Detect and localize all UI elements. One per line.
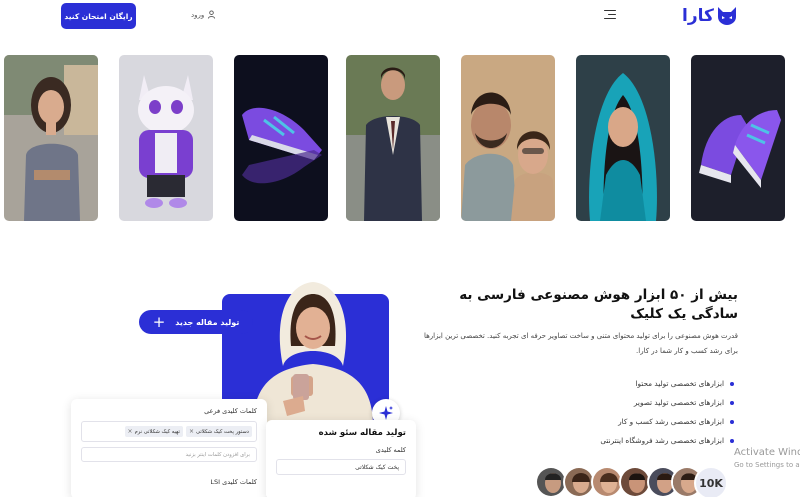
logo-text: کارا [682,6,715,26]
bullet-icon [730,400,734,405]
new-article-label: تولید مقاله جدید [175,317,240,327]
sub-keywords-label: کلمات کلیدی فرعی [204,407,257,415]
feature-list: ابزارهای تخصصی تولید محتوا ابزارهای تخصص… [534,374,734,450]
feature-item: ابزارهای تخصصی تولید محتوا [534,374,734,393]
woman-hijab-photo [576,55,670,221]
hero-description: قدرت هوش مصنوعی را برای تولید محتوای متن… [423,332,738,355]
feature-item: ابزارهای تخصصی رشد فروشگاه اینترنتی [534,431,734,450]
bullet-icon [730,381,734,386]
bullet-icon [730,419,734,424]
user-count-badge: 10K [694,466,728,497]
keyword-input[interactable]: برای افزودن کلمات اینتر بزنید [81,447,257,462]
seo-article-card: تولید مقاله سئو شده کلمه کلیدی پخت کیک ش… [266,420,416,497]
keyword-chips: دستور پخت کیک شکلاتی × تهیه کیک شکلاتی نر… [81,421,257,442]
woman-sweater-photo [4,55,98,221]
keyword-field[interactable]: پخت کیک شکلاتی [276,459,406,475]
sub-keywords-card: کلمات کلیدی فرعی دستور پخت کیک شکلاتی × ت… [71,399,267,497]
couple-photo [461,55,555,221]
hero-title: بیش از ۵۰ ابزار هوش مصنوعی فارسی به سادگ… [459,287,738,322]
login-link[interactable]: ورود [191,10,216,19]
plus-icon: + [152,312,166,331]
remove-chip-icon[interactable]: × [189,428,194,435]
menu-icon[interactable] [604,10,616,20]
keyword-label: کلمه کلیدی [375,446,406,454]
new-article-button[interactable]: تولید مقاله جدید + [139,310,253,334]
purple-sneaker-pair [691,55,785,221]
user-icon [208,10,216,19]
man-suit-photo [346,55,440,221]
lsi-keywords-label: کلمات کلیدی LSI [210,478,257,486]
windows-activation-watermark: Activate Windo Go to Settings to a [734,447,800,469]
fox-logo-icon [717,7,736,25]
feature-item: ابزارهای تخصصی تولید تصویر [534,393,734,412]
remove-chip-icon[interactable]: × [128,428,133,435]
purple-sneaker-dark [234,55,328,221]
logo[interactable]: کارا [682,6,738,26]
site-header: رایگان امتحان کنید ورود کارا [0,0,800,34]
bullet-icon [730,438,734,443]
keyword-chip[interactable]: دستور پخت کیک شکلاتی × [185,426,252,437]
showcase-gallery [0,55,800,221]
seo-card-title: تولید مقاله سئو شده [318,428,406,438]
feature-item: ابزارهای تخصصی رشد کسب و کار [534,412,734,431]
purple-cat-mascot [119,55,213,221]
keyword-chip[interactable]: تهیه کیک شکلاتی نرم × [124,426,183,437]
try-free-button[interactable]: رایگان امتحان کنید [61,3,136,29]
login-label: ورود [191,10,205,19]
